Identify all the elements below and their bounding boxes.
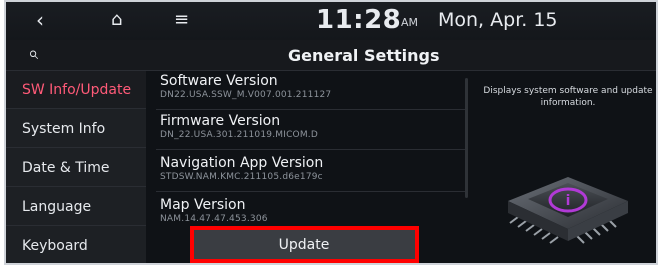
chevron-left-icon[interactable]: ‹ (36, 8, 44, 32)
status-date: Mon, Apr. 15 (438, 9, 558, 31)
list-item-map-version[interactable]: Map Version NAM.14.47.47.453.306 (160, 197, 460, 224)
list-item-value: DN22.USA.SSW_M.V007.001.211127 (160, 90, 332, 100)
list-item-value: DN_22.USA.301.211019.MICOM.D (160, 130, 319, 140)
chip-info-icon: i (508, 177, 628, 244)
list-item-title: Firmware Version (160, 113, 281, 129)
info-panel: Displays system software and update info… (468, 71, 656, 263)
sidebar-item-date-time[interactable]: Date & Time (6, 149, 146, 187)
list-item-software-version[interactable]: Software Version DN22.USA.SSW_M.V007.001… (160, 73, 460, 100)
page-header: ⌕ General Settings (6, 40, 656, 71)
clock-time: 11:28 (316, 5, 402, 35)
app-window: ‹ ⌂ ≡ 11:28 AM Mon, Apr. 15 ⌕ General Se… (4, 0, 658, 265)
list-item-navigation-app-version[interactable]: Navigation App Version STDSW.NAM.KMC.211… (160, 155, 460, 182)
highlight-box (190, 226, 419, 263)
list-item-title: Navigation App Version (160, 155, 324, 171)
sidebar-item-sw-info-update[interactable]: SW Info/Update (6, 71, 146, 109)
sidebar-item-keyboard[interactable]: Keyboard (6, 227, 146, 263)
svg-text:i: i (566, 193, 571, 209)
sidebar-item-system-info[interactable]: System Info (6, 110, 146, 148)
info-description: Displays system software and update info… (483, 86, 653, 108)
search-icon[interactable]: ⌕ (28, 43, 38, 64)
list-item-value: NAM.14.47.47.453.306 (160, 214, 268, 224)
sidebar-item-language[interactable]: Language (6, 188, 146, 226)
list-item-value: STDSW.NAM.KMC.211105.d6e179c (160, 172, 323, 182)
menu-icon[interactable]: ≡ (174, 9, 189, 30)
divider (156, 109, 468, 110)
list-item-title: Map Version (160, 197, 246, 213)
clock-ampm: AM (401, 16, 419, 29)
divider (156, 191, 468, 192)
list-item-firmware-version[interactable]: Firmware Version DN_22.USA.301.211019.MI… (160, 113, 460, 140)
list-item-title: Software Version (160, 73, 278, 89)
divider (156, 149, 468, 150)
page-title: General Settings (288, 46, 440, 65)
home-icon[interactable]: ⌂ (111, 9, 122, 30)
sidebar: SW Info/Update System Info Date & Time L… (6, 71, 146, 263)
status-bar: ‹ ⌂ ≡ 11:28 AM Mon, Apr. 15 (6, 2, 656, 40)
